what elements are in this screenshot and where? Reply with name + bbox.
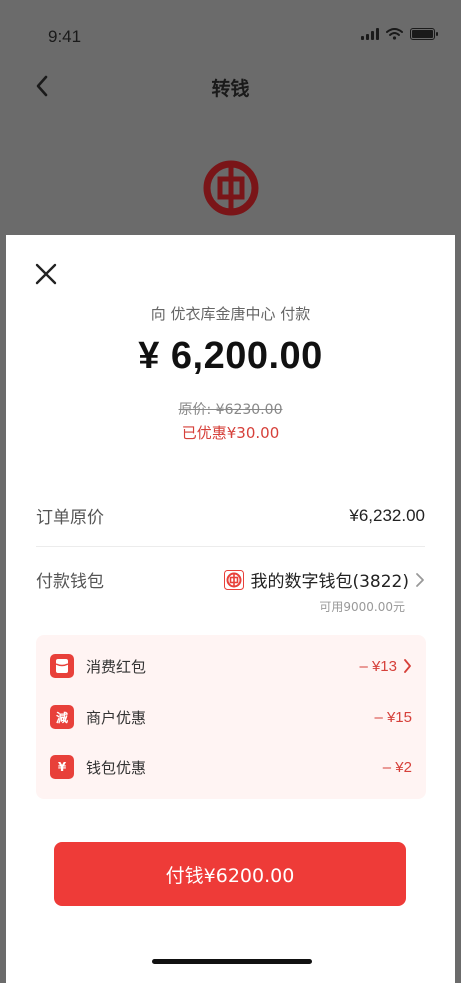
chevron-right-icon (416, 572, 424, 587)
close-icon (35, 263, 57, 285)
wallet-name: 我的数字钱包(3822) (250, 572, 409, 592)
wallet-selector[interactable]: 我的数字钱包(3822) (224, 567, 425, 592)
pay-button[interactable]: 付钱¥6200.00 (54, 842, 406, 906)
divider (36, 546, 425, 547)
discount-label: 消费红包 (86, 657, 147, 676)
chevron-right-icon (404, 659, 411, 673)
discount-value: – ¥2 (382, 758, 412, 776)
discount-label: 商户优惠 (86, 708, 147, 727)
wallet-available-balance: 可用9000.00元 (319, 600, 405, 614)
order-price-value: ¥6,232.00 (349, 505, 425, 525)
discount-value: – ¥13 (359, 657, 397, 675)
page-title: 转钱 (211, 78, 250, 100)
status-time: 9:41 (48, 27, 82, 46)
home-indicator (152, 959, 312, 964)
payment-sheet: 向 优衣库金唐中心 付款 ¥ 6,200.00 原价: ¥6230.00 已优惠… (6, 235, 455, 983)
discount-item-merchant: 減 商户优惠 – ¥15 (50, 703, 412, 731)
payment-amount: ¥ 6,200.00 (138, 335, 323, 377)
discount-total: 已优惠¥30.00 (181, 424, 280, 442)
discount-item-wallet: ¥ 钱包优惠 – ¥2 (50, 753, 412, 781)
order-price-label: 订单原价 (36, 508, 104, 528)
discount-item-red-packet[interactable]: 消费红包 – ¥13 (50, 652, 412, 680)
status-icons (361, 28, 438, 40)
battery-icon (410, 28, 438, 40)
order-price-row: 订单原价 ¥6,232.00 (36, 503, 425, 529)
wallet-row[interactable]: 付款钱包 我的数字钱包(3822) (36, 567, 425, 592)
discount-value: – ¥15 (374, 708, 412, 726)
wallet-discount-icon: ¥ (50, 755, 74, 779)
digital-wallet-icon (224, 569, 245, 590)
cellular-signal-icon (361, 28, 379, 40)
discount-label: 钱包优惠 (86, 758, 147, 777)
original-price: 原价: ¥6230.00 (178, 402, 283, 418)
payee-text: 向 优衣库金唐中心 付款 (150, 305, 311, 323)
close-button[interactable] (34, 262, 58, 286)
wifi-icon (386, 28, 403, 40)
bank-logo-icon (203, 160, 259, 216)
red-packet-icon (50, 654, 74, 678)
merchant-discount-icon: 減 (50, 705, 74, 729)
status-bar: 9:41 (0, 0, 461, 70)
discount-list: 消费红包 – ¥13 減 商户优惠 – ¥15 ¥ 钱包优惠 – ¥2 (36, 635, 426, 799)
wallet-label: 付款钱包 (36, 572, 104, 592)
